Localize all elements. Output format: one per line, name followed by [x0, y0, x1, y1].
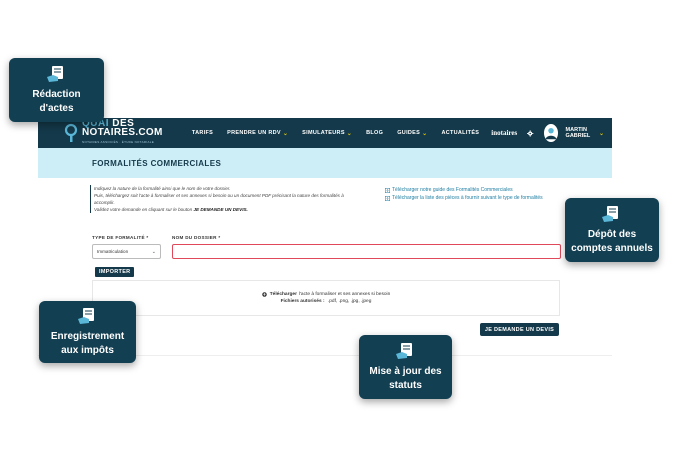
instruction-line: Puis, téléchargez soit l'acte à formalis… — [94, 193, 344, 198]
top-navbar: QUAI DES NOTAIRES.COM NOTAIRES ASSOCIÉS … — [38, 118, 612, 148]
type-formalite-value: Immatriculation — [97, 249, 129, 254]
import-button[interactable]: IMPORTER — [95, 267, 135, 277]
instruction-bold: JE DEMANDE UN DEVIS. — [193, 207, 248, 212]
document-hand-icon — [77, 307, 94, 324]
callout-depot-comptes: Dépôt des comptes annuels — [565, 198, 659, 262]
nom-dossier-input[interactable] — [172, 244, 561, 259]
instruction-line: accomplir. — [94, 200, 115, 205]
gear-icon[interactable] — [527, 129, 534, 138]
upload-action[interactable]: Télécharger — [270, 292, 297, 297]
avatar-icon — [545, 127, 556, 140]
user-menu[interactable]: MARTIN GABRIEL ⌄ — [566, 127, 604, 139]
nav-brand-inotaires[interactable]: inotaires — [491, 129, 517, 137]
nav-item-prendre-un-rdv[interactable]: PRENDRE UN RDV ⌄ — [227, 130, 288, 137]
instructions-block: Indiquez la nature de la formalité ainsi… — [90, 185, 362, 213]
download-icon — [385, 187, 390, 193]
document-hand-icon — [395, 342, 412, 359]
avatar[interactable] — [543, 124, 558, 142]
download-guide-link[interactable]: Télécharger notre guide des Formalités C… — [385, 186, 543, 194]
upload-dropzone[interactable]: Télécharger l'acte à formaliser et ses a… — [92, 280, 560, 316]
nom-dossier-label: NOM DU DOSSIER * — [172, 235, 221, 240]
user-name: MARTIN GABRIEL — [565, 127, 591, 139]
instruction-line: Validez votre demande en cliquant sur le… — [94, 206, 362, 213]
upload-text: l'acte à formaliser et ses annexes si be… — [298, 292, 391, 297]
instruction-line: Indiquez la nature de la formalité ainsi… — [94, 186, 231, 191]
nav-item-label: GUIDES — [397, 130, 421, 136]
nav-item-simulateurs[interactable]: SIMULATEURS ⌄ — [302, 130, 352, 137]
logo-notaires: NOTAIRES.COM — [82, 127, 163, 138]
nav-item-label: TARIFS — [191, 130, 214, 136]
nav-item-label: PRENDRE UN RDV — [227, 130, 281, 136]
nav-item-label: SIMULATEURS — [302, 130, 345, 136]
nav-item-tarifs[interactable]: TARIFS — [192, 130, 213, 136]
allowed-files-value: .pdf, .png, .jpg, .jpeg — [327, 299, 372, 304]
nav-item-label: BLOG — [366, 130, 384, 136]
callout-redaction-actes: Rédaction d'actes — [9, 58, 104, 122]
downloads-block: Télécharger notre guide des Formalités C… — [385, 186, 543, 202]
nav-item-guides[interactable]: GUIDES ⌄ — [397, 130, 427, 137]
logo-mark-icon — [64, 123, 78, 142]
callout-mise-a-jour-statuts: Mise à jour des statuts — [359, 335, 452, 399]
nav-item-actualit-s[interactable]: ACTUALITÉS — [441, 130, 479, 136]
callout-label: Dépôt des comptes annuels — [571, 228, 653, 254]
type-formalite-label: TYPE DE FORMALITÉ * — [92, 235, 149, 240]
chevron-down-icon: ⌄ — [282, 130, 289, 137]
page-banner: FORMALITÉS COMMERCIALES — [38, 148, 612, 178]
download-pieces-link[interactable]: Télécharger la liste des pièces à fourni… — [385, 194, 543, 202]
chevron-down-icon: ⌄ — [151, 248, 156, 255]
nav-item-label: ACTUALITÉS — [441, 130, 480, 136]
chevron-down-icon: ⌄ — [346, 130, 353, 137]
site-logo[interactable]: QUAI DES NOTAIRES.COM NOTAIRES ASSOCIÉS … — [64, 119, 178, 147]
instruction-prefix: Validez votre demande en cliquant sur le… — [94, 207, 193, 212]
document-hand-icon — [602, 205, 618, 222]
download-guide-label: Télécharger notre guide des Formalités C… — [392, 187, 513, 193]
download-icon — [385, 195, 390, 201]
chevron-down-icon: ⌄ — [598, 130, 604, 137]
nav-item-blog[interactable]: BLOG — [366, 130, 383, 136]
upload-icon — [261, 292, 267, 297]
callout-label: Mise à jour des statuts — [369, 365, 442, 391]
download-pieces-label: Télécharger la liste des pièces à fourni… — [392, 195, 543, 201]
type-formalite-select[interactable]: Immatriculation ⌄ — [92, 244, 161, 259]
page-title: FORMALITÉS COMMERCIALES — [92, 158, 222, 168]
demande-devis-button[interactable]: JE DEMANDE UN DEVIS — [480, 323, 559, 336]
callout-enregistrement-impots: Enregistrement aux impôts — [39, 301, 136, 363]
allowed-files-label: Fichiers autorisés : — [280, 299, 325, 304]
logo-tagline: NOTAIRES ASSOCIÉS · ÉTUDE NOTARIALE — [82, 140, 155, 144]
chevron-down-icon: ⌄ — [422, 130, 428, 137]
callout-label: Enregistrement aux impôts — [50, 330, 125, 356]
callout-label: Rédaction d'actes — [32, 88, 81, 114]
nav-menu: TARIFS PRENDRE UN RDV ⌄ SIMULATEURS ⌄ BLOG GUI… — [178, 124, 604, 142]
document-hand-icon — [46, 65, 63, 82]
